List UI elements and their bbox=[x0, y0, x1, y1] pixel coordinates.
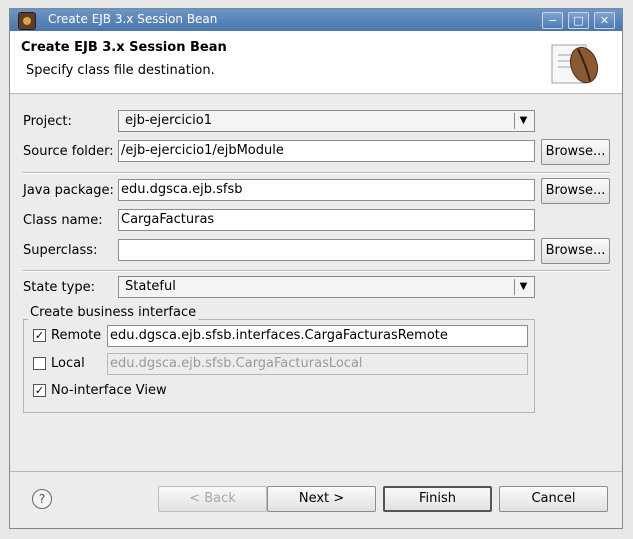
next-button[interactable]: Next > bbox=[267, 486, 376, 512]
java-package-field[interactable]: edu.dgsca.ejb.sfsb bbox=[118, 179, 535, 201]
minimize-button[interactable]: − bbox=[542, 12, 563, 29]
project-value: ejb-ejercicio1 bbox=[125, 113, 212, 128]
finish-button[interactable]: Finish bbox=[383, 486, 492, 512]
session-bean-icon bbox=[551, 44, 599, 84]
source-folder-value: /ejb-ejercicio1/ejbModule bbox=[121, 143, 284, 158]
java-package-label: Java package: bbox=[23, 183, 114, 198]
class-name-value: CargaFacturas bbox=[121, 212, 215, 227]
local-checkbox[interactable] bbox=[33, 357, 46, 370]
no-interface-view-label[interactable]: No-interface View bbox=[51, 383, 167, 398]
page-title: Create EJB 3.x Session Bean bbox=[21, 40, 227, 55]
local-interface-value: edu.dgsca.ejb.sfsb.CargaFacturasLocal bbox=[110, 356, 363, 371]
source-folder-browse-button[interactable]: Browse... bbox=[541, 139, 610, 165]
remote-interface-value: edu.dgsca.ejb.sfsb.interfaces.CargaFactu… bbox=[110, 328, 448, 343]
local-interface-field: edu.dgsca.ejb.sfsb.CargaFacturasLocal bbox=[107, 353, 528, 375]
class-name-label: Class name: bbox=[23, 213, 103, 228]
separator bbox=[23, 270, 610, 272]
remote-checkbox[interactable]: ✓ bbox=[33, 329, 46, 342]
separator bbox=[23, 172, 610, 174]
window-title: Create EJB 3.x Session Bean bbox=[48, 12, 218, 26]
wizard-header: Create EJB 3.x Session Bean Specify clas… bbox=[10, 31, 622, 94]
state-type-value: Stateful bbox=[125, 279, 176, 294]
cancel-button[interactable]: Cancel bbox=[499, 486, 608, 512]
page-subtitle: Specify class file destination. bbox=[26, 63, 215, 78]
project-label: Project: bbox=[23, 114, 72, 129]
maximize-button[interactable]: □ bbox=[568, 12, 589, 29]
superclass-field[interactable] bbox=[118, 239, 535, 261]
project-combo[interactable]: ejb-ejercicio1 ▼ bbox=[118, 110, 535, 132]
superclass-browse-button[interactable]: Browse... bbox=[541, 238, 610, 264]
source-folder-label: Source folder: bbox=[23, 144, 114, 159]
remote-interface-field[interactable]: edu.dgsca.ejb.sfsb.interfaces.CargaFactu… bbox=[107, 325, 528, 347]
help-icon[interactable]: ? bbox=[32, 489, 52, 509]
local-label[interactable]: Local bbox=[51, 356, 85, 371]
button-bar-separator bbox=[10, 471, 622, 472]
state-type-combo[interactable]: Stateful ▼ bbox=[118, 276, 535, 298]
back-button: < Back bbox=[158, 486, 267, 512]
java-package-browse-button[interactable]: Browse... bbox=[541, 178, 610, 204]
no-interface-view-checkbox[interactable]: ✓ bbox=[33, 384, 46, 397]
title-bar[interactable]: Create EJB 3.x Session Bean − □ ✕ bbox=[10, 9, 622, 31]
remote-label[interactable]: Remote bbox=[51, 328, 101, 343]
chevron-down-icon: ▼ bbox=[514, 279, 532, 295]
class-name-field[interactable]: CargaFacturas bbox=[118, 209, 535, 231]
source-folder-field[interactable]: /ejb-ejercicio1/ejbModule bbox=[118, 140, 535, 162]
superclass-label: Superclass: bbox=[23, 243, 98, 258]
state-type-label: State type: bbox=[23, 280, 95, 295]
close-button[interactable]: ✕ bbox=[594, 12, 615, 29]
java-package-value: edu.dgsca.ejb.sfsb bbox=[121, 182, 243, 197]
business-interface-group-title: Create business interface bbox=[28, 305, 199, 320]
app-icon bbox=[18, 12, 36, 30]
chevron-down-icon: ▼ bbox=[514, 113, 532, 129]
dialog-window: Create EJB 3.x Session Bean − □ ✕ Create… bbox=[9, 8, 623, 529]
